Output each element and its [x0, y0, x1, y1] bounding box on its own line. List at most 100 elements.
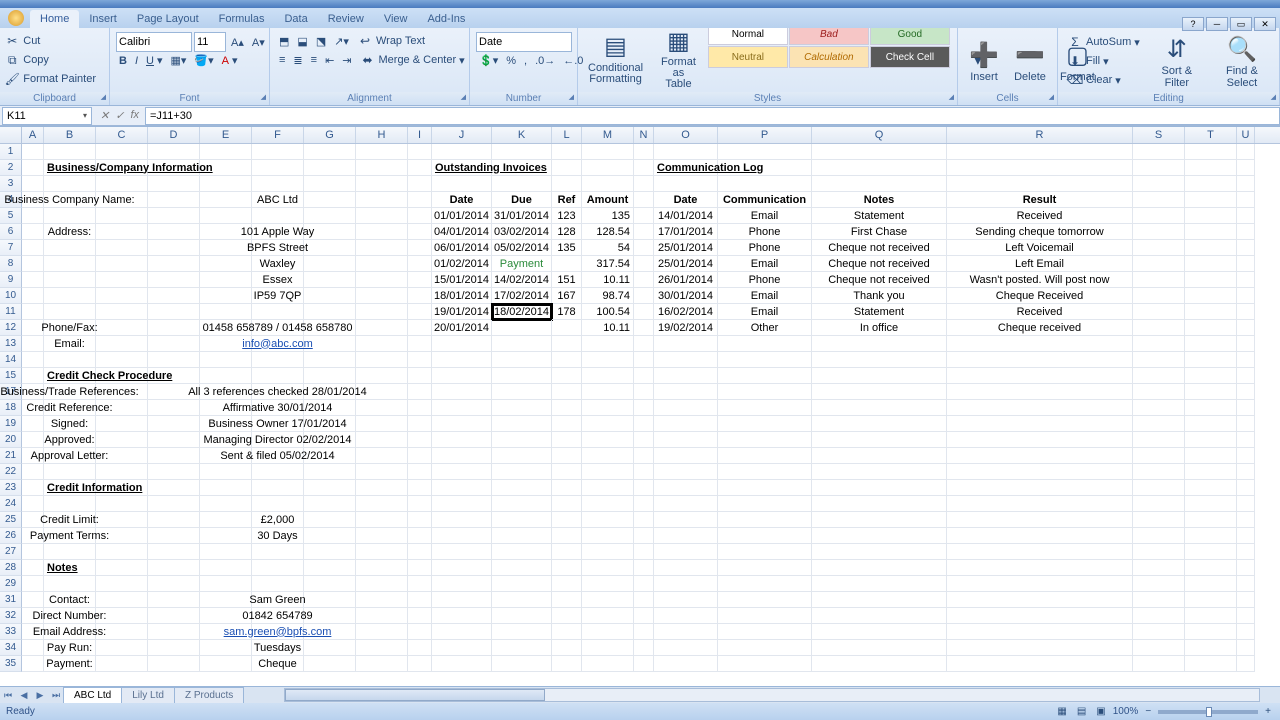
row-header[interactable]: 19 [0, 416, 22, 432]
cell[interactable] [947, 448, 1133, 464]
cell[interactable]: 98.74 [582, 288, 634, 304]
cell[interactable] [356, 512, 408, 528]
cell[interactable] [492, 560, 552, 576]
cell[interactable] [812, 160, 947, 176]
delete-cells-button[interactable]: ➖Delete [1008, 37, 1052, 85]
cell[interactable]: Email [718, 256, 812, 272]
cell[interactable] [582, 160, 634, 176]
cell[interactable]: info@abc.com [252, 336, 304, 352]
cell[interactable] [947, 464, 1133, 480]
cell[interactable] [582, 656, 634, 672]
cell[interactable] [432, 368, 492, 384]
cell[interactable]: Payment: [44, 656, 96, 672]
cell[interactable] [1185, 368, 1237, 384]
cell[interactable]: Cheque not received [812, 240, 947, 256]
cell[interactable] [96, 320, 148, 336]
cut-button[interactable]: ✂Cut [1, 32, 99, 50]
autosum-button[interactable]: ΣAutoSum▾ [1064, 33, 1143, 51]
cell[interactable] [432, 656, 492, 672]
cell[interactable] [96, 512, 148, 528]
cell[interactable] [200, 144, 252, 160]
cell[interactable] [947, 432, 1133, 448]
cell[interactable] [148, 640, 200, 656]
cell[interactable] [654, 560, 718, 576]
cell[interactable] [718, 464, 812, 480]
cell[interactable] [44, 208, 96, 224]
cell[interactable]: 123 [552, 208, 582, 224]
cell[interactable] [22, 480, 44, 496]
cell[interactable] [408, 512, 432, 528]
align-left-button[interactable]: ≡ [276, 53, 288, 67]
cell[interactable] [1185, 176, 1237, 192]
font-size-select[interactable] [194, 32, 226, 52]
cell[interactable] [552, 176, 582, 192]
cell[interactable] [356, 656, 408, 672]
cell[interactable] [304, 256, 356, 272]
scroll-thumb[interactable] [285, 689, 545, 701]
cell[interactable]: Credit Reference: [44, 400, 96, 416]
cell[interactable] [1133, 592, 1185, 608]
cell[interactable] [812, 144, 947, 160]
cell[interactable] [1237, 192, 1255, 208]
col-header-L[interactable]: L [552, 127, 582, 143]
cell[interactable] [1185, 656, 1237, 672]
cell[interactable] [654, 656, 718, 672]
cell[interactable] [634, 496, 654, 512]
col-header-P[interactable]: P [718, 127, 812, 143]
cell[interactable]: Phone/Fax: [44, 320, 96, 336]
cell[interactable] [1133, 640, 1185, 656]
copy-button[interactable]: ⧉Copy [1, 51, 99, 69]
cell[interactable] [200, 480, 252, 496]
cell[interactable] [148, 208, 200, 224]
cell[interactable] [148, 256, 200, 272]
cell[interactable] [356, 224, 408, 240]
cell[interactable] [1237, 320, 1255, 336]
cell[interactable] [356, 192, 408, 208]
cell[interactable] [408, 240, 432, 256]
cell[interactable] [1237, 208, 1255, 224]
cell[interactable] [356, 528, 408, 544]
cell[interactable] [1185, 352, 1237, 368]
cell[interactable]: First Chase [812, 224, 947, 240]
cell[interactable]: Signed: [44, 416, 96, 432]
cell[interactable] [812, 560, 947, 576]
cell[interactable]: 135 [582, 208, 634, 224]
cell[interactable] [1237, 560, 1255, 576]
cell[interactable] [492, 320, 552, 336]
cell[interactable] [44, 576, 96, 592]
cell[interactable]: Credit Information [44, 480, 96, 496]
cell[interactable] [44, 176, 96, 192]
cell[interactable] [200, 496, 252, 512]
cell[interactable] [432, 608, 492, 624]
cell[interactable]: BPFS Street [252, 240, 304, 256]
cell[interactable]: 17/01/2014 [654, 224, 718, 240]
cell[interactable] [492, 416, 552, 432]
fill-color-button[interactable]: 🪣▾ [191, 53, 216, 68]
cell[interactable] [200, 512, 252, 528]
cell[interactable] [408, 544, 432, 560]
cell[interactable] [1185, 480, 1237, 496]
cell[interactable] [1237, 160, 1255, 176]
bold-button[interactable]: B [116, 54, 130, 68]
cell[interactable] [718, 656, 812, 672]
cell[interactable] [22, 464, 44, 480]
cell[interactable]: 30/01/2014 [654, 288, 718, 304]
cell[interactable] [96, 496, 148, 512]
cell[interactable]: Cheque [252, 656, 304, 672]
cell[interactable] [947, 384, 1133, 400]
cell[interactable] [148, 192, 200, 208]
sheet-tab-lily-ltd[interactable]: Lily Ltd [121, 687, 175, 703]
ribbon-tab-data[interactable]: Data [274, 10, 317, 28]
cell[interactable] [582, 560, 634, 576]
zoom-slider[interactable] [1158, 710, 1258, 714]
cell[interactable] [582, 448, 634, 464]
cell[interactable] [408, 416, 432, 432]
cell[interactable] [432, 400, 492, 416]
cell[interactable]: Due [492, 192, 552, 208]
cell[interactable] [634, 400, 654, 416]
row-header[interactable]: 23 [0, 480, 22, 496]
cell[interactable] [148, 480, 200, 496]
cell[interactable] [96, 224, 148, 240]
cell[interactable] [947, 368, 1133, 384]
cell[interactable] [252, 544, 304, 560]
